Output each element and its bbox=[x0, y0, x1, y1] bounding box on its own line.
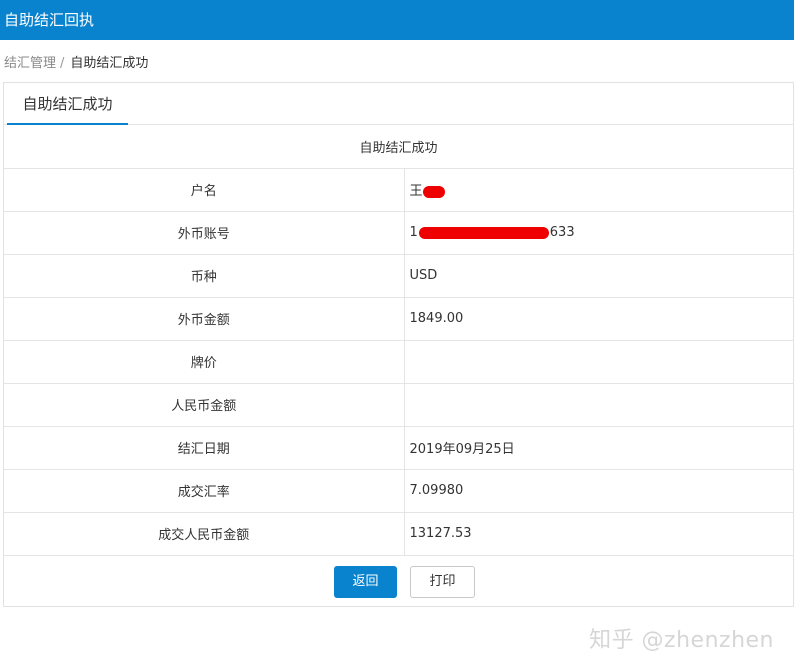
tab-bar: 自助结汇成功 bbox=[4, 83, 793, 125]
row-label-settlement-date: 结汇日期 bbox=[4, 426, 405, 470]
result-panel: 自助结汇成功 自助结汇成功 户名 王 外币账号 1 633 币种 USD 外币金额… bbox=[3, 82, 794, 607]
row-label-rmb-amount: 人民币金额 bbox=[4, 383, 405, 427]
table-row: 外币金额 1849.00 bbox=[4, 297, 793, 341]
app-header: 自助结汇回执 bbox=[0, 0, 794, 40]
table-row: 结汇日期 2019年09月25日 bbox=[4, 426, 793, 470]
action-bar: 返回 打印 bbox=[4, 556, 793, 608]
account-name-text: 王 bbox=[409, 184, 423, 199]
table-row: 牌价 bbox=[4, 340, 793, 384]
row-value-deal-rate: 7.09980 bbox=[404, 469, 793, 513]
row-value-settlement-date: 2019年09月25日 bbox=[404, 426, 793, 470]
row-label-foreign-amount: 外币金额 bbox=[4, 297, 405, 341]
table-row: 人民币金额 bbox=[4, 383, 793, 427]
row-label-currency: 币种 bbox=[4, 254, 405, 298]
row-value-currency: USD bbox=[404, 254, 793, 298]
row-label-foreign-account: 外币账号 bbox=[4, 211, 405, 255]
table-caption: 自助结汇成功 bbox=[4, 125, 793, 169]
watermark: 知乎 @zhenzhen bbox=[589, 628, 774, 653]
row-label-account-name: 户名 bbox=[4, 168, 405, 212]
row-value-rmb-amount bbox=[404, 383, 793, 427]
breadcrumb-separator: / bbox=[60, 56, 65, 71]
row-value-account-name: 王 bbox=[404, 168, 793, 212]
redaction-mark bbox=[418, 226, 549, 239]
account-number-prefix: 1 bbox=[409, 225, 418, 240]
back-button[interactable]: 返回 bbox=[334, 565, 397, 598]
redaction-mark bbox=[422, 185, 445, 198]
row-value-deal-rmb-amount: 13127.53 bbox=[404, 512, 793, 556]
table-caption-row: 自助结汇成功 bbox=[4, 125, 793, 169]
row-value-quoted-rate bbox=[404, 340, 793, 384]
row-label-deal-rate: 成交汇率 bbox=[4, 469, 405, 513]
row-label-quoted-rate: 牌价 bbox=[4, 340, 405, 384]
row-value-foreign-amount: 1849.00 bbox=[404, 297, 793, 341]
row-value-foreign-account: 1 633 bbox=[404, 211, 793, 255]
row-label-deal-rmb-amount: 成交人民币金额 bbox=[4, 512, 405, 556]
page-title: 自助结汇回执 bbox=[4, 11, 95, 29]
table-row: 币种 USD bbox=[4, 254, 793, 298]
settlement-table: 自助结汇成功 户名 王 外币账号 1 633 币种 USD 外币金额 1849.0… bbox=[4, 125, 793, 556]
table-row: 外币账号 1 633 bbox=[4, 211, 793, 255]
breadcrumb-current: 自助结汇成功 bbox=[70, 56, 149, 71]
tab-settlement-success[interactable]: 自助结汇成功 bbox=[7, 83, 128, 125]
breadcrumb: 结汇管理 / 自助结汇成功 bbox=[4, 52, 148, 71]
print-button[interactable]: 打印 bbox=[410, 565, 475, 598]
table-row: 户名 王 bbox=[4, 168, 793, 212]
breadcrumb-parent[interactable]: 结汇管理 bbox=[4, 56, 56, 71]
table-row: 成交汇率 7.09980 bbox=[4, 469, 793, 513]
table-row: 成交人民币金额 13127.53 bbox=[4, 512, 793, 556]
account-number-suffix: 633 bbox=[549, 225, 575, 240]
